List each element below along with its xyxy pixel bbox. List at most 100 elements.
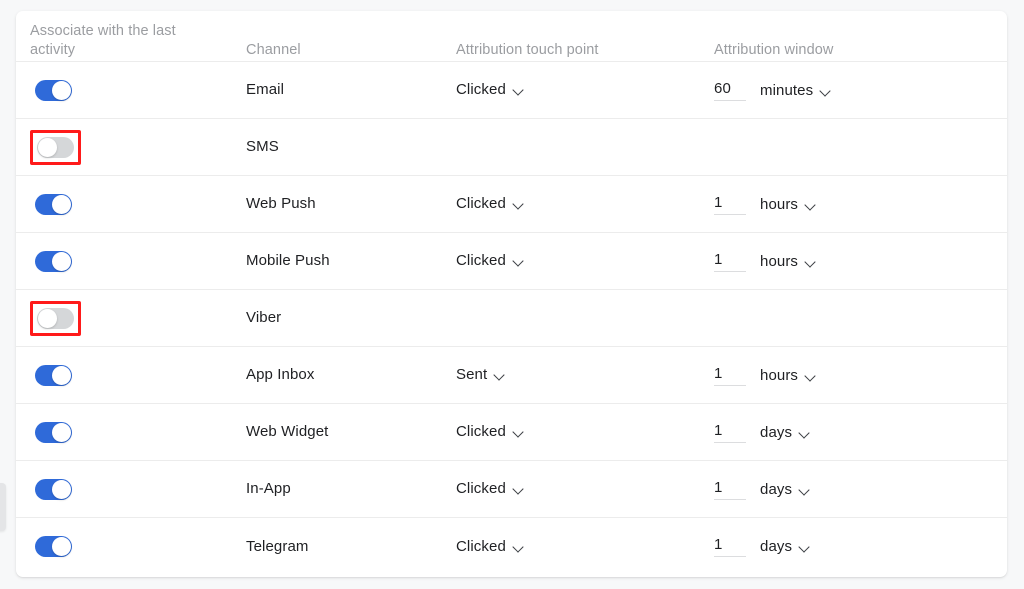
attribution-window-group: 1 hours: [714, 365, 816, 386]
toggle-knob: [38, 137, 57, 157]
attribution-window-group: 1 days: [714, 479, 810, 500]
cell-attribution-window: 1 days: [714, 536, 1007, 557]
touch-point-dropdown[interactable]: Clicked: [456, 195, 524, 212]
attribution-window-value-input[interactable]: 1: [714, 536, 746, 557]
cell-associate-toggle: [16, 417, 246, 448]
attribution-window-unit-value: days: [760, 480, 793, 498]
cell-channel: Viber: [246, 309, 456, 327]
associate-toggle-switch[interactable]: [37, 307, 74, 329]
attribution-window-unit-dropdown[interactable]: days: [760, 481, 810, 498]
toggle-container[interactable]: [30, 417, 77, 448]
column-header-channel: Channel: [246, 22, 456, 60]
cell-attribution-window: 60 minutes: [714, 80, 1007, 101]
toggle-container[interactable]: [30, 246, 77, 277]
chevron-down-icon: [513, 484, 524, 495]
cell-associate-toggle: [16, 300, 246, 336]
cell-touch-point: Sent: [456, 366, 714, 384]
cell-channel: Web Push: [246, 195, 456, 213]
cell-associate-toggle: [16, 246, 246, 277]
attribution-window-group: 1 days: [714, 422, 810, 443]
chevron-down-icon: [513, 256, 524, 267]
empty-touch-point: [456, 147, 714, 148]
touch-point-value: Clicked: [456, 480, 506, 497]
cell-touch-point: Clicked: [456, 195, 714, 213]
toggle-container[interactable]: [30, 531, 77, 562]
attribution-window-value-input[interactable]: 1: [714, 479, 746, 500]
associate-toggle-switch[interactable]: [35, 478, 72, 500]
associate-toggle-switch[interactable]: [35, 364, 72, 386]
left-edge-drawer-handle[interactable]: [0, 483, 6, 531]
associate-toggle-switch[interactable]: [35, 536, 72, 557]
table-row: SMS: [16, 119, 1007, 176]
associate-toggle-switch[interactable]: [35, 421, 72, 443]
touch-point-value: Clicked: [456, 81, 506, 98]
cell-associate-toggle: [16, 531, 246, 562]
chevron-down-icon: [494, 370, 505, 381]
associate-toggle-switch[interactable]: [35, 79, 72, 101]
column-header-touch-point-label: Attribution touch point: [456, 42, 599, 58]
attribution-window-unit-value: days: [760, 423, 793, 441]
cell-attribution-window: 1 hours: [714, 194, 1007, 215]
column-header-channel-label: Channel: [246, 42, 301, 58]
table-row: Web Widget Clicked 1 days: [16, 404, 1007, 461]
toggle-highlight-box[interactable]: [30, 129, 81, 165]
touch-point-value: Clicked: [456, 252, 506, 269]
cell-channel: Mobile Push: [246, 252, 456, 270]
attribution-window-value-input[interactable]: 60: [714, 80, 746, 101]
associate-toggle-switch[interactable]: [37, 136, 74, 158]
attribution-window-unit-dropdown[interactable]: minutes: [760, 82, 831, 99]
attribution-window-unit-dropdown[interactable]: days: [760, 538, 810, 555]
channel-name: Viber: [246, 309, 282, 326]
touch-point-value: Clicked: [456, 423, 506, 440]
toggle-highlight-box[interactable]: [30, 300, 81, 336]
toggle-knob: [52, 194, 71, 214]
cell-associate-toggle: [16, 75, 246, 106]
column-header-window: Attribution window: [714, 22, 1007, 60]
chevron-down-icon: [799, 485, 810, 496]
chevron-down-icon: [513, 427, 524, 438]
toggle-container[interactable]: [30, 474, 77, 505]
channel-name: Telegram: [246, 537, 309, 555]
chevron-down-icon: [805, 200, 816, 211]
cell-channel: In-App: [246, 480, 456, 498]
toggle-container[interactable]: [30, 75, 77, 106]
toggle-knob: [52, 365, 71, 385]
attribution-window-value-input[interactable]: 1: [714, 365, 746, 386]
column-header-associate: Associate with the last activity: [16, 22, 246, 60]
table-row: Mobile Push Clicked 1 hours: [16, 233, 1007, 290]
touch-point-dropdown[interactable]: Clicked: [456, 81, 524, 98]
cell-touch-point: Clicked: [456, 81, 714, 99]
attribution-window-unit-dropdown[interactable]: hours: [760, 367, 816, 384]
attribution-window-unit-value: days: [760, 538, 793, 555]
cell-touch-point: [456, 318, 714, 319]
attribution-window-value-input[interactable]: 1: [714, 251, 746, 272]
touch-point-dropdown[interactable]: Clicked: [456, 538, 524, 555]
chevron-down-icon: [799, 428, 810, 439]
cell-channel: Telegram: [246, 538, 456, 556]
column-header-window-label: Attribution window: [714, 42, 834, 58]
toggle-knob: [52, 479, 71, 499]
touch-point-dropdown[interactable]: Clicked: [456, 423, 524, 440]
touch-point-dropdown[interactable]: Sent: [456, 366, 505, 383]
toggle-container[interactable]: [30, 360, 77, 391]
attribution-window-unit-dropdown[interactable]: hours: [760, 253, 816, 270]
toggle-container[interactable]: [30, 189, 77, 220]
attribution-settings-card: Associate with the last activity Channel…: [16, 11, 1007, 577]
attribution-window-value-input[interactable]: 1: [714, 194, 746, 215]
page-root: Associate with the last activity Channel…: [0, 0, 1024, 589]
chevron-down-icon: [805, 257, 816, 268]
attribution-window-value-input[interactable]: 1: [714, 422, 746, 443]
attribution-window-unit-dropdown[interactable]: hours: [760, 196, 816, 213]
cell-attribution-window: 1 days: [714, 422, 1007, 443]
cell-touch-point: Clicked: [456, 480, 714, 498]
associate-toggle-switch[interactable]: [35, 193, 72, 215]
chevron-down-icon: [513, 85, 524, 96]
associate-toggle-switch[interactable]: [35, 250, 72, 272]
toggle-knob: [52, 251, 71, 271]
touch-point-dropdown[interactable]: Clicked: [456, 480, 524, 497]
touch-point-dropdown[interactable]: Clicked: [456, 252, 524, 269]
attribution-window-unit-dropdown[interactable]: days: [760, 424, 810, 441]
chevron-down-icon: [513, 199, 524, 210]
attribution-window-group: 60 minutes: [714, 80, 831, 101]
cell-touch-point: Clicked: [456, 252, 714, 270]
